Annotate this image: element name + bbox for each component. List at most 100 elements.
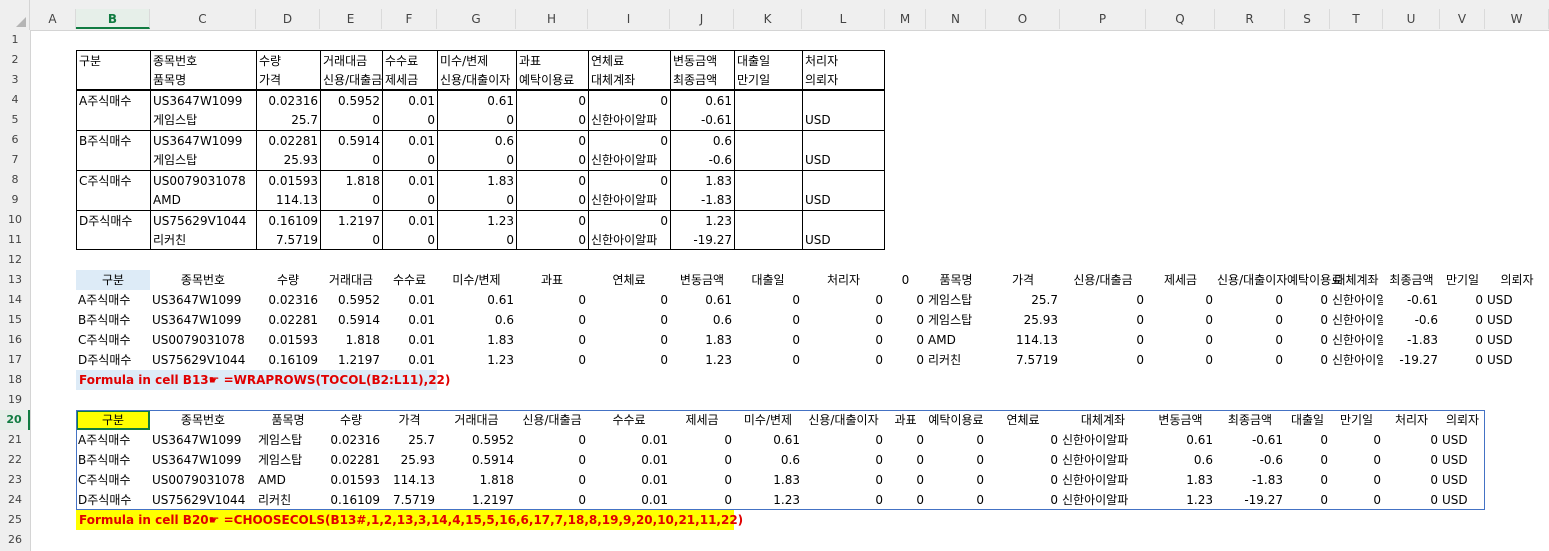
table2-header-cell[interactable]: 구분 <box>76 270 150 290</box>
table3-cell[interactable]: USD <box>1440 450 1485 470</box>
table2-cell[interactable]: 0 <box>516 350 588 370</box>
table2-cell[interactable]: 0 <box>802 330 885 350</box>
column-header-d[interactable]: D <box>256 9 320 29</box>
table1-cell[interactable]: 0.5914 <box>320 130 382 150</box>
table3-cell[interactable]: 25.7 <box>382 430 437 450</box>
table2-cell[interactable]: 0.5914 <box>320 310 382 330</box>
table1-cell[interactable]: B주식매수 <box>76 130 150 150</box>
table2-header-cell[interactable]: 변동금액 <box>670 270 734 290</box>
table2-header-cell[interactable]: 처리자 <box>802 270 885 290</box>
row-header-2[interactable]: 2 <box>0 50 30 70</box>
column-header-r[interactable]: R <box>1215 9 1285 29</box>
table1-cell[interactable]: 제세금 <box>382 70 437 90</box>
table3-cell[interactable]: 0 <box>926 430 986 450</box>
table1-cell[interactable]: US3647W1099 <box>150 130 256 150</box>
table1-cell[interactable]: 0.61 <box>437 90 516 110</box>
table1-cell[interactable]: 0 <box>437 190 516 210</box>
row-header-8[interactable]: 8 <box>0 170 30 190</box>
table3-cell[interactable]: 0 <box>1330 490 1383 510</box>
table1-cell[interactable]: 25.7 <box>256 110 320 130</box>
row-header-18[interactable]: 18 <box>0 370 30 390</box>
table3-header-cell[interactable]: 연체료 <box>986 410 1060 430</box>
table2-cell[interactable]: 리커친 <box>926 350 986 370</box>
table3-cell[interactable]: 0 <box>1285 490 1330 510</box>
table2-cell[interactable]: 0 <box>734 310 802 330</box>
table3-cell[interactable]: 0 <box>516 430 588 450</box>
table1-cell[interactable] <box>76 110 150 130</box>
table1-cell[interactable]: 0.5952 <box>320 90 382 110</box>
table1-cell[interactable]: -19.27 <box>670 230 734 250</box>
table1-cell[interactable]: 0 <box>588 130 670 150</box>
table1-cell[interactable]: 0 <box>516 150 588 170</box>
table3-cell[interactable]: 신한아이알파 <box>1060 470 1146 490</box>
table1-cell[interactable]: 0 <box>437 230 516 250</box>
row-header-13[interactable]: 13 <box>0 270 30 290</box>
row-header-12[interactable]: 12 <box>0 250 30 270</box>
table2-cell[interactable]: 1.83 <box>437 330 516 350</box>
table3-cell[interactable]: 1.2197 <box>437 490 516 510</box>
table3-cell[interactable]: 114.13 <box>382 470 437 490</box>
column-header-k[interactable]: K <box>734 9 802 29</box>
table2-header-cell[interactable]: 신용/대출금 <box>1060 270 1146 290</box>
table1-cell[interactable]: 0.6 <box>670 130 734 150</box>
table1-cell[interactable] <box>76 190 150 210</box>
table2-header-cell[interactable]: 신용/대출이자 <box>1215 270 1287 290</box>
row-header-9[interactable]: 9 <box>0 190 30 210</box>
table1-cell[interactable]: US75629V1044 <box>150 210 256 230</box>
table3-cell[interactable]: 0 <box>1383 490 1440 510</box>
row-header-17[interactable]: 17 <box>0 350 30 370</box>
table1-cell[interactable] <box>76 230 150 250</box>
row-header-19[interactable]: 19 <box>0 390 30 410</box>
table3-cell[interactable]: 게임스탑 <box>256 430 320 450</box>
column-header-v[interactable]: V <box>1440 9 1485 29</box>
table3-header-cell[interactable]: 수수료 <box>588 410 670 430</box>
table2-cell[interactable]: 신한아이알파 <box>1330 350 1383 370</box>
table1-cell[interactable]: USD <box>802 230 885 250</box>
table3-header-cell[interactable]: 품목명 <box>256 410 320 430</box>
table1-cell[interactable]: 0 <box>588 210 670 230</box>
table2-header-cell[interactable]: 종목번호 <box>150 270 256 290</box>
table1-cell[interactable] <box>734 190 802 210</box>
table2-cell[interactable]: 0 <box>516 290 588 310</box>
table1-cell[interactable]: 신한아이알파 <box>588 190 670 210</box>
column-header-t[interactable]: T <box>1330 9 1383 29</box>
table1-cell[interactable]: 1.23 <box>670 210 734 230</box>
table3-cell[interactable]: 0.01593 <box>320 470 382 490</box>
table3-cell[interactable]: 0 <box>516 490 588 510</box>
table2-cell[interactable]: 0.61 <box>670 290 734 310</box>
table2-header-cell[interactable]: 과표 <box>516 270 588 290</box>
row-header-20[interactable]: 20 <box>0 410 30 430</box>
table1-cell[interactable]: 품목명 <box>150 70 256 90</box>
table2-cell[interactable]: 0 <box>1440 290 1485 310</box>
table1-cell[interactable] <box>734 90 802 110</box>
table3-cell[interactable]: 0 <box>670 490 734 510</box>
table3-cell[interactable]: 0 <box>926 450 986 470</box>
table2-cell[interactable]: 25.93 <box>986 310 1060 330</box>
row-header-25[interactable]: 25 <box>0 510 30 530</box>
table1-cell[interactable]: 신한아이알파 <box>588 110 670 130</box>
row-header-24[interactable]: 24 <box>0 490 30 510</box>
table1-cell[interactable]: 게임스탑 <box>150 110 256 130</box>
table3-cell[interactable]: US3647W1099 <box>150 450 256 470</box>
table1-cell[interactable]: 만기일 <box>734 70 802 90</box>
table2-cell[interactable]: 0 <box>734 350 802 370</box>
table2-cell[interactable]: 0.01593 <box>256 330 320 350</box>
column-header-a[interactable]: A <box>30 9 76 29</box>
table1-cell[interactable]: 0.02281 <box>256 130 320 150</box>
table1-cell[interactable]: 신한아이알파 <box>588 150 670 170</box>
table3-cell[interactable]: B주식매수 <box>76 450 150 470</box>
table3-cell[interactable]: 0 <box>885 490 926 510</box>
row-header-3[interactable]: 3 <box>0 70 30 90</box>
table2-cell[interactable]: 1.23 <box>670 350 734 370</box>
table2-cell[interactable]: 0.01 <box>382 310 437 330</box>
table1-cell[interactable] <box>734 210 802 230</box>
table2-cell[interactable]: B주식매수 <box>76 310 150 330</box>
table3-header-cell[interactable]: 구분 <box>76 410 150 430</box>
table1-cell[interactable]: 의뢰자 <box>802 70 885 90</box>
column-header-f[interactable]: F <box>382 9 437 29</box>
table3-cell[interactable]: 0.01 <box>588 450 670 470</box>
table3-cell[interactable]: 0 <box>802 490 885 510</box>
table2-cell[interactable]: -0.61 <box>1383 290 1440 310</box>
table2-header-cell[interactable]: 미수/변제 <box>437 270 516 290</box>
table1-cell[interactable]: 신용/대출이자 <box>437 70 516 90</box>
